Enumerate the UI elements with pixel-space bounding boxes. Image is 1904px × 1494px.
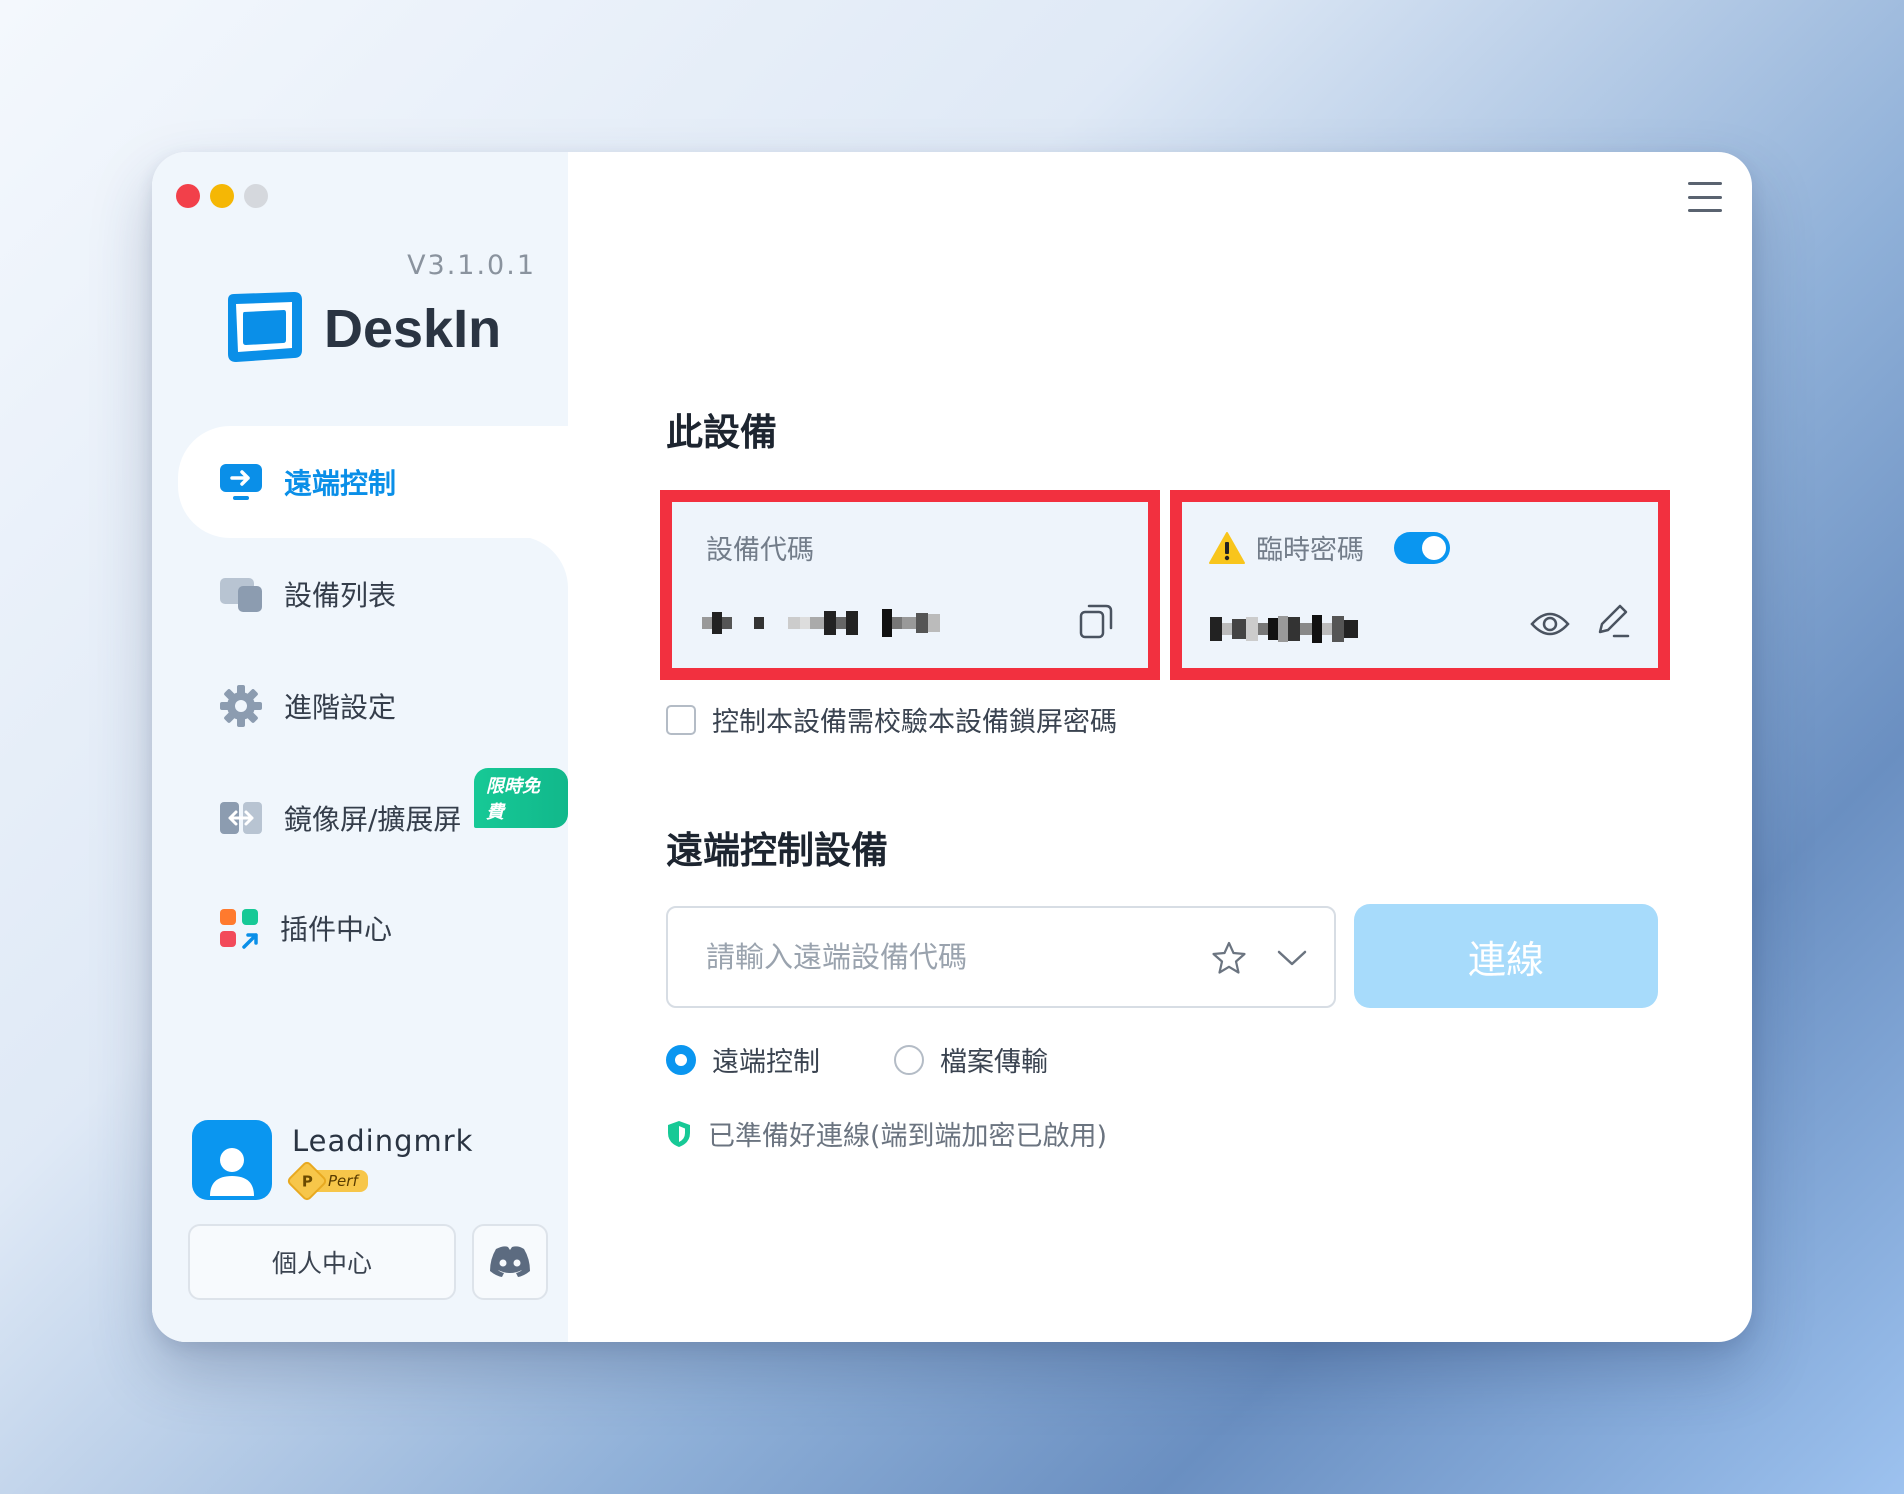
sidebar-item-label: 遠端控制 xyxy=(284,467,397,500)
remote-control-device-title: 遠端控制設備 xyxy=(666,829,888,872)
brand-logo: DeskIn xyxy=(222,290,501,368)
avatar[interactable] xyxy=(192,1120,272,1200)
lock-screen-checkbox-label: 控制本設備需校驗本設備鎖屏密碼 xyxy=(712,707,1117,738)
lock-screen-verify-option[interactable]: 控制本設備需校驗本設備鎖屏密碼 xyxy=(666,700,1117,739)
gear-icon xyxy=(220,685,262,727)
zoom-window-button[interactable] xyxy=(244,184,268,208)
mode-label: 檔案傳輸 xyxy=(940,1047,1048,1078)
app-window: V3.1.0.1 DeskIn 遠端控制 設備列表 進階設定 鏡像屏/擴展屏 限… xyxy=(152,152,1752,1342)
remote-control-icon xyxy=(220,464,262,500)
limited-free-badge: 限時免費 xyxy=(474,768,568,828)
sidebar-item-label: 插件中心 xyxy=(280,913,393,946)
sidebar-item-remote-control[interactable]: 遠端控制 xyxy=(178,426,568,538)
sidebar-item-label: 進階設定 xyxy=(284,691,397,724)
discord-button[interactable] xyxy=(472,1224,548,1300)
connect-button[interactable]: 連線 xyxy=(1354,904,1658,1008)
temp-password-toggle[interactable] xyxy=(1394,531,1450,564)
sidebar: V3.1.0.1 DeskIn 遠端控制 設備列表 進階設定 鏡像屏/擴展屏 限… xyxy=(152,152,568,1342)
connection-status: 已準備好連線(端到端加密已啟用) xyxy=(666,1114,1107,1153)
temp-password-card: 臨時密碼 xyxy=(1170,490,1670,680)
user-avatar-icon xyxy=(210,1148,254,1196)
temp-password-value-blurred xyxy=(1210,610,1358,648)
mode-remote-control[interactable]: 遠端控制 xyxy=(666,1040,820,1079)
shield-check-icon xyxy=(668,1120,690,1147)
sidebar-item-advanced-settings[interactable]: 進階設定 xyxy=(178,650,568,762)
close-window-button[interactable] xyxy=(176,184,200,208)
app-version: V3.1.0.1 xyxy=(407,250,536,281)
warning-icon xyxy=(1209,531,1245,564)
device-code-value-blurred xyxy=(702,604,940,642)
sidebar-item-device-list[interactable]: 設備列表 xyxy=(178,538,568,650)
eye-icon[interactable] xyxy=(1530,610,1570,638)
minimize-window-button[interactable] xyxy=(210,184,234,208)
mirror-screen-icon xyxy=(220,802,262,834)
remote-device-code-field[interactable] xyxy=(666,906,1336,1008)
lock-screen-checkbox[interactable] xyxy=(666,704,696,735)
sidebar-item-label: 鏡像屏/擴展屏 xyxy=(284,803,462,836)
device-code-card: 設備代碼 xyxy=(660,490,1160,680)
device-list-icon xyxy=(220,578,262,612)
chevron-down-icon[interactable] xyxy=(1276,948,1308,968)
personal-center-button[interactable]: 個人中心 xyxy=(188,1224,456,1300)
menu-icon[interactable] xyxy=(1688,182,1722,212)
mode-label: 遠端控制 xyxy=(712,1047,820,1078)
star-favorite-icon[interactable] xyxy=(1210,940,1248,976)
discord-icon xyxy=(490,1246,530,1277)
copy-icon[interactable] xyxy=(1078,602,1114,640)
edit-pencil-icon[interactable] xyxy=(1594,602,1630,640)
sidebar-item-plugin-center[interactable]: 插件中心 xyxy=(178,872,568,984)
brand-name: DeskIn xyxy=(324,299,502,359)
username: Leadingmrk xyxy=(292,1124,474,1158)
tier-badge-letter: P xyxy=(301,1172,313,1190)
mode-file-transfer[interactable]: 檔案傳輸 xyxy=(894,1040,1048,1079)
device-code-label: 設備代碼 xyxy=(706,535,814,566)
mode-file-transfer-radio[interactable] xyxy=(894,1044,924,1075)
plugin-center-icon xyxy=(220,909,258,949)
deskin-logo-icon xyxy=(228,292,302,362)
this-device-title: 此設備 xyxy=(666,411,777,454)
window-controls xyxy=(176,184,268,208)
temp-password-label: 臨時密碼 xyxy=(1256,535,1364,566)
remote-device-code-input[interactable] xyxy=(706,940,1176,974)
mode-remote-control-radio[interactable] xyxy=(666,1044,696,1075)
user-profile[interactable]: Leadingmrk P Perf xyxy=(192,1120,474,1203)
sidebar-item-label: 設備列表 xyxy=(284,579,397,612)
connection-status-text: 已準備好連線(端到端加密已啟用) xyxy=(708,1121,1108,1152)
perf-tier-badge: P Perf xyxy=(285,1159,473,1203)
